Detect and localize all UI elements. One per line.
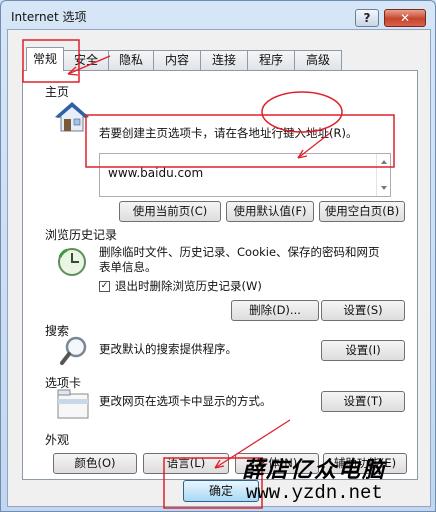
history-section-title: 浏览历史记录 [45,228,118,242]
appearance-section-title: 外观 [45,433,70,447]
tabs-description: 更改网页在选项卡中显示的方式。 [99,394,272,408]
use-current-button[interactable]: 使用当前页(C) [119,201,221,222]
tab-general[interactable]: 常规 [26,47,64,71]
tab-connections[interactable]: 连接 [200,50,248,70]
use-blank-button[interactable]: 使用空白页(B) [319,201,405,222]
window-title: Internet 选项 [11,10,87,24]
close-button[interactable]: ✕ [384,9,426,27]
url-scrollbar[interactable] [376,154,390,196]
colors-button[interactable]: 颜色(O) [53,453,137,474]
homepage-url-field[interactable]: www.baidu.com [99,153,391,197]
dialog-body: 常规 安全 隐私 内容 连接 程序 高级 主页 若要创建主页选项卡，请在各地址行… [7,29,431,507]
homepage-url-value: www.baidu.com [108,166,204,180]
history-settings-button[interactable]: 设置(S) [321,300,405,321]
search-magnifier-icon [60,336,87,365]
watermark-url: www.yzdn.net [246,482,383,504]
history-description-line2: 表单信息。 [99,260,157,274]
watermark-logo-text: 薛店亿众电脑 [242,457,387,483]
delete-history-button[interactable]: 删除(D)... [231,300,319,321]
internet-options-window: Internet 选项 ? ✕ 常规 安全 隐私 内容 连接 程序 高级 主页 … [0,0,436,512]
scroll-up-icon[interactable] [381,160,387,164]
homepage-section-title: 主页 [45,85,70,99]
tab-advanced[interactable]: 高级 [294,50,342,70]
title-bar: Internet 选项 ? ✕ [1,1,435,29]
languages-button[interactable]: 语言(L) [143,453,229,474]
delete-on-exit-label: 退出时删除浏览历史记录(W) [115,279,262,293]
tabs-window-icon [57,389,89,419]
history-clock-icon [58,248,86,276]
home-icon [55,102,89,132]
use-default-button[interactable]: 使用默认值(F) [226,201,314,222]
tab-programs[interactable]: 程序 [247,50,295,70]
general-tab-panel: 主页 若要创建主页选项卡，请在各地址行键入地址(R)。 www.baidu.co… [22,70,418,480]
tab-security[interactable]: 安全 [63,50,109,70]
search-description: 更改默认的搜索提供程序。 [99,342,237,356]
tab-content[interactable]: 内容 [153,50,201,70]
help-button[interactable]: ? [355,9,379,27]
delete-on-exit-checkbox[interactable]: ✓ [99,281,110,292]
history-description-line1: 删除临时文件、历史记录、Cookie、保存的密码和网页 [99,245,380,259]
tab-privacy[interactable]: 隐私 [108,50,154,70]
scroll-down-icon[interactable] [381,186,387,190]
tabs-settings-button[interactable]: 设置(T) [321,391,405,412]
search-settings-button[interactable]: 设置(I) [321,340,405,361]
homepage-description: 若要创建主页选项卡，请在各地址行键入地址(R)。 [99,126,358,140]
